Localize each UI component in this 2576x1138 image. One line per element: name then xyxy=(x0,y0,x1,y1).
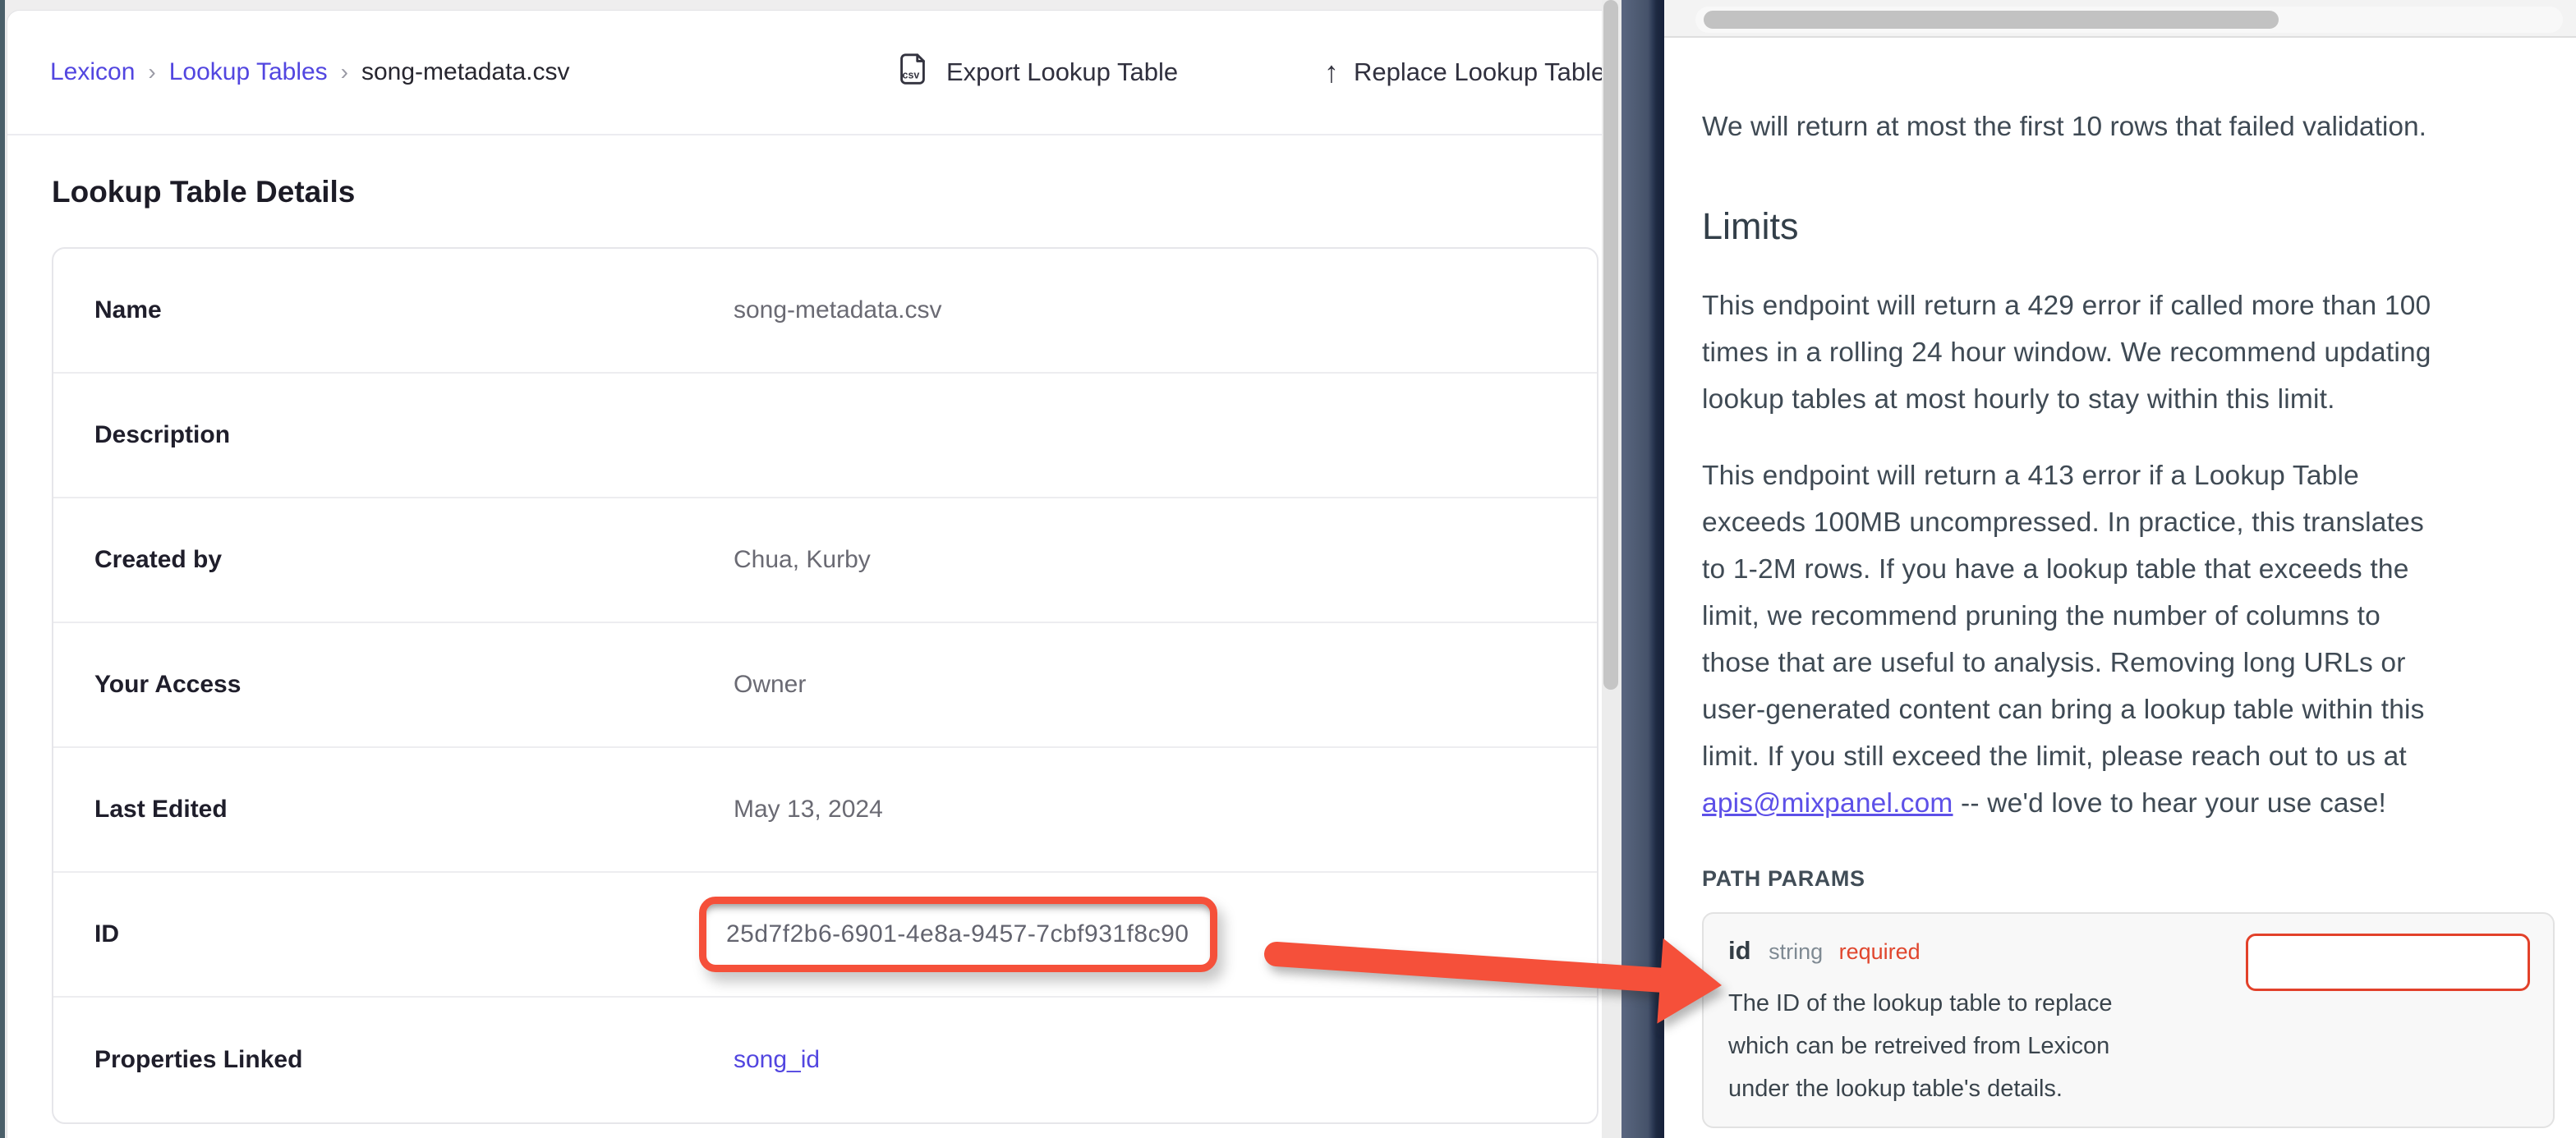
row-value: Chua, Kurby xyxy=(734,546,1597,574)
docs-horizontal-scrollbar-track[interactable] xyxy=(1695,7,2563,33)
row-value: song_id xyxy=(734,1046,1597,1074)
limits-paragraph-413: This endpoint will return a 413 error if… xyxy=(1702,452,2555,827)
table-row-description: Description xyxy=(53,374,1597,498)
replace-button-label: Replace Lookup Table xyxy=(1354,57,1605,87)
lookup-table-id-value: 25d7f2b6-6901-4e8a-9457-7cbf931f8c90 xyxy=(726,920,1189,948)
breadcrumb-current-file: song-metadata.csv xyxy=(361,58,569,86)
lookup-table-details-card: Name song-metadata.csv Description Creat… xyxy=(52,247,1598,1124)
id-param-input[interactable] xyxy=(2246,934,2530,991)
song-id-property-link[interactable]: song_id xyxy=(734,1046,820,1073)
param-description: The ID of the lookup table to replace wh… xyxy=(1728,982,2528,1110)
row-value: May 13, 2024 xyxy=(734,796,1597,824)
param-name: id xyxy=(1728,936,1751,965)
row-label: Name xyxy=(94,296,734,324)
arrow-up-icon: ↑ xyxy=(1324,57,1339,87)
export-button-label: Export Lookup Table xyxy=(946,57,1178,87)
breadcrumb-separator: › xyxy=(148,59,155,85)
lookup-table-window: Lexicon › Lookup Tables › song-metadata.… xyxy=(7,10,1605,1138)
row-value: song-metadata.csv xyxy=(734,296,1597,324)
paragraph-text: This endpoint will return a 413 error if… xyxy=(1702,461,2425,772)
page-title: Lookup Table Details xyxy=(52,175,355,209)
row-label: ID xyxy=(94,920,734,948)
export-lookup-table-button[interactable]: csv Export Lookup Table xyxy=(894,11,1178,134)
replace-lookup-table-button[interactable]: ↑ Replace Lookup Table xyxy=(1324,11,1605,134)
table-row-created-by: Created by Chua, Kurby xyxy=(53,498,1597,623)
apis-mixpanel-email-link[interactable]: apis@mixpanel.com xyxy=(1702,788,1953,819)
row-label: Properties Linked xyxy=(94,1046,734,1074)
left-panel-scrollbar-thumb[interactable] xyxy=(1603,0,1618,690)
param-type: string xyxy=(1769,939,1823,964)
row-label: Description xyxy=(94,421,734,449)
csv-file-icon: csv xyxy=(894,50,932,94)
param-required-badge: required xyxy=(1839,939,1920,964)
breadcrumb-lookup-tables[interactable]: Lookup Tables xyxy=(169,58,328,86)
table-row-name: Name song-metadata.csv xyxy=(53,249,1597,374)
limits-paragraph-429: This endpoint will return a 429 error if… xyxy=(1702,282,2555,423)
docs-scrollbar-bar xyxy=(1664,0,2576,38)
row-label: Your Access xyxy=(94,671,734,699)
row-label: Last Edited xyxy=(94,796,734,824)
id-highlight-annotation-box: 25d7f2b6-6901-4e8a-9457-7cbf931f8c90 xyxy=(699,897,1217,972)
intro-paragraph: We will return at most the first 10 rows… xyxy=(1702,108,2555,146)
left-panel-scrollbar-track[interactable] xyxy=(1602,0,1622,1138)
paragraph-tail: -- we'd love to hear your use case! xyxy=(1953,788,2387,819)
left-edge-strip xyxy=(0,0,5,1138)
docs-panel: We will return at most the first 10 rows… xyxy=(1664,0,2576,1138)
table-row-your-access: Your Access Owner xyxy=(53,623,1597,748)
limits-heading: Limits xyxy=(1702,204,2555,250)
docs-horizontal-scrollbar-thumb[interactable] xyxy=(1704,11,2279,29)
id-param-card: id string required The ID of the lookup … xyxy=(1702,912,2555,1128)
breadcrumb: Lexicon › Lookup Tables › song-metadata.… xyxy=(50,11,569,134)
window-divider xyxy=(1622,0,1664,1138)
breadcrumb-separator: › xyxy=(341,59,348,85)
row-label: Created by xyxy=(94,546,734,574)
row-value: 25d7f2b6-6901-4e8a-9457-7cbf931f8c90 xyxy=(734,897,1597,972)
docs-content: We will return at most the first 10 rows… xyxy=(1664,38,2576,1128)
table-row-last-edited: Last Edited May 13, 2024 xyxy=(53,748,1597,873)
screenshot-root: Lexicon › Lookup Tables › song-metadata.… xyxy=(0,0,2576,1138)
table-row-properties-linked: Properties Linked song_id xyxy=(53,998,1597,1122)
svg-text:csv: csv xyxy=(903,70,920,81)
breadcrumb-lexicon[interactable]: Lexicon xyxy=(50,58,135,86)
table-row-id: ID 25d7f2b6-6901-4e8a-9457-7cbf931f8c90 xyxy=(53,873,1597,998)
path-params-heading: PATH PARAMS xyxy=(1702,865,2555,893)
row-value: Owner xyxy=(734,671,1597,699)
window-header: Lexicon › Lookup Tables › song-metadata.… xyxy=(7,11,1604,135)
